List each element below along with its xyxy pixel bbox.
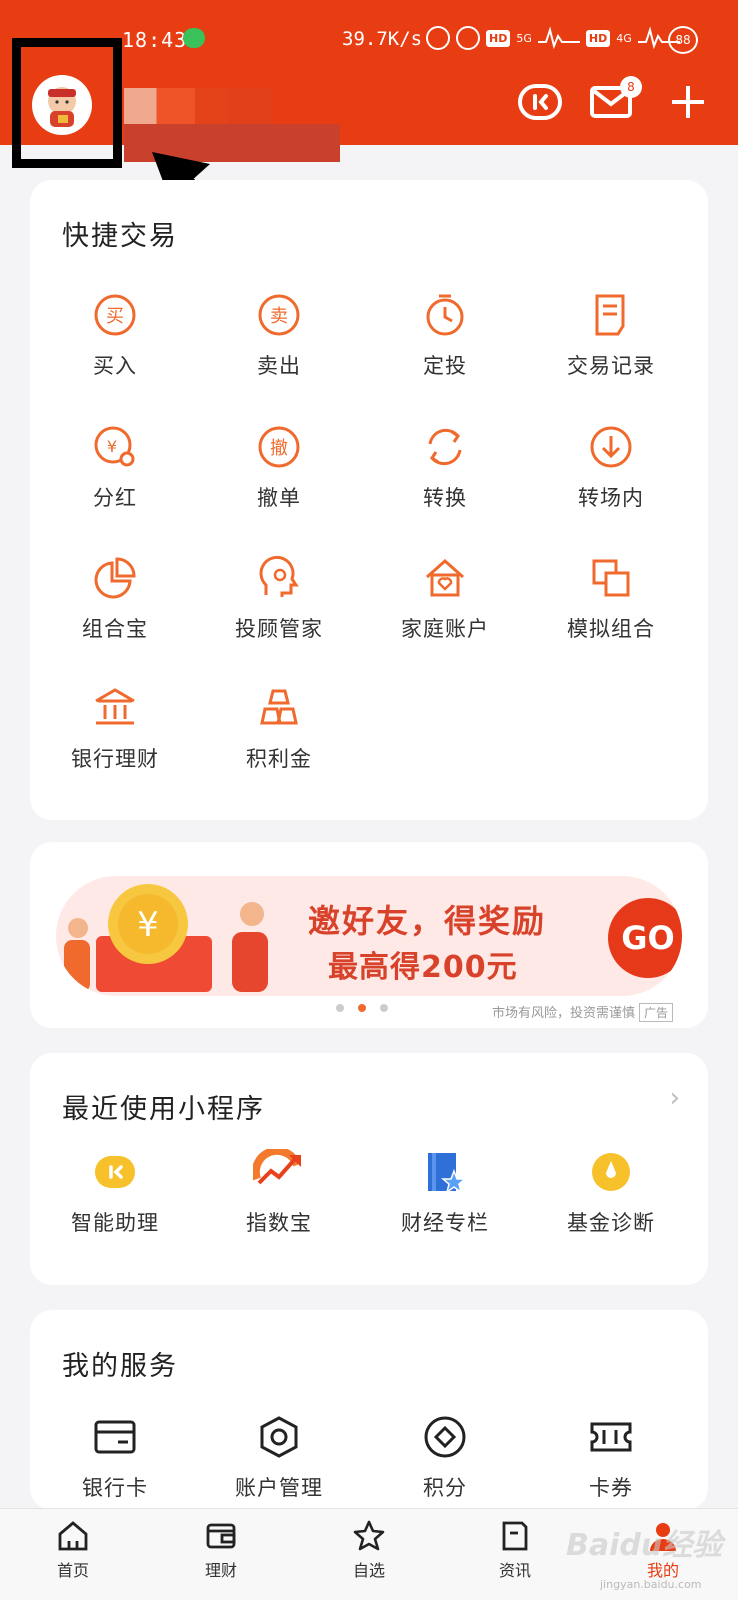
tab-finance[interactable]: 理财 (176, 1519, 266, 1581)
quick-item-convert[interactable]: 转换 (360, 424, 530, 512)
promo-line-1: 邀好友，得奖励 (308, 902, 547, 940)
timer-icon (426, 294, 464, 336)
pie-icon (94, 557, 136, 599)
quick-item-gold[interactable]: 积利金 (194, 685, 364, 773)
quick-trade-card: 快捷交易 买 买入 卖 卖出 定投 交易记录 ¥ 分红 撤 撤单 转换 转场内 … (30, 180, 708, 820)
chat-bubble-icon (518, 84, 562, 120)
quick-item-dividend[interactable]: ¥ 分红 (30, 424, 200, 512)
services-card: 我的服务 银行卡 账户管理 积分 卡券 (30, 1310, 708, 1510)
carousel-dot[interactable] (336, 1004, 344, 1012)
assistant-icon (95, 1156, 135, 1188)
promo-line-2: 最高得200元 (328, 950, 518, 985)
disclaimer-text: 市场有风险，投资需谨慎 (492, 1006, 636, 1021)
coin-symbol: ¥ (137, 905, 159, 945)
svg-text:卖: 卖 (270, 306, 288, 327)
status-icons: HD 5G HD 4G (426, 26, 680, 50)
svg-text:买: 买 (106, 306, 124, 327)
baidu-watermark-url: jingyan.baidu.com (600, 1578, 702, 1591)
message-notification-icon (183, 28, 205, 48)
quick-item-transfer-in[interactable]: 转场内 (526, 424, 696, 512)
cancel-order-icon: 撤 (258, 426, 300, 468)
signal-4g: 4G (616, 31, 632, 45)
index-icon (253, 1149, 301, 1185)
ad-tag: 广告 (639, 1003, 674, 1022)
quick-item-bank[interactable]: 银行理财 (30, 685, 200, 773)
quick-item-cancel-order[interactable]: 撤 撤单 (194, 424, 364, 512)
transfer-in-icon (590, 426, 632, 468)
service-item-account[interactable]: 账户管理 (194, 1414, 364, 1502)
add-button[interactable] (664, 82, 712, 122)
promo-banner[interactable]: ¥ 邀好友，得奖励 最高得200元 GO (56, 876, 682, 996)
record-icon (595, 294, 625, 336)
quick-item-portfolio[interactable]: 组合宝 (30, 555, 200, 643)
svg-text:¥: ¥ (107, 437, 117, 456)
wallet-tab-icon (206, 1523, 236, 1549)
recent-item-index[interactable]: 指数宝 (194, 1149, 364, 1237)
network-speed: 39.7K/s (342, 28, 423, 50)
carousel-dot-active[interactable] (358, 1004, 366, 1012)
quick-item-buy[interactable]: 买 买入 (30, 292, 200, 380)
annotation-highlight-box (12, 38, 122, 168)
alarm-icon (456, 26, 480, 50)
buy-icon: 买 (94, 294, 136, 336)
services-title: 我的服务 (62, 1351, 178, 1382)
quick-item-simulate[interactable]: 模拟组合 (526, 555, 696, 643)
quick-item-record[interactable]: 交易记录 (526, 292, 696, 380)
plus-icon (672, 86, 704, 118)
tab-watchlist[interactable]: 自选 (324, 1519, 414, 1581)
signal-wave-icon (537, 26, 580, 50)
quick-item-timer[interactable]: 定投 (360, 292, 530, 380)
battery-level: 88 (668, 26, 698, 54)
carousel-dots[interactable] (336, 1004, 388, 1012)
go-button[interactable]: GO (608, 898, 682, 978)
assistant-chat-button[interactable] (516, 82, 564, 122)
advisor-icon (259, 555, 299, 597)
carousel-dot[interactable] (380, 1004, 388, 1012)
recent-item-assistant[interactable]: 智能助理 (30, 1149, 200, 1237)
recent-apps-title: 最近使用小程序 (62, 1094, 265, 1125)
news-tab-icon (502, 1521, 528, 1551)
red-envelope-icon: ¥ (64, 884, 268, 992)
promo-card: ¥ 邀好友，得奖励 最高得200元 GO 市场有风险，投资需谨慎 广告 (30, 842, 708, 1028)
quick-item-family[interactable]: 家庭账户 (360, 555, 530, 643)
dividend-icon: ¥ (94, 426, 135, 467)
baidu-watermark: Baidu经验 (566, 1528, 723, 1563)
convert-icon (428, 428, 462, 466)
column-icon (428, 1153, 468, 1194)
account-manage-icon (260, 1416, 298, 1458)
bluetooth-icon (426, 26, 450, 50)
blurred-username (124, 88, 272, 124)
bank-icon (95, 688, 135, 725)
diagnose-icon (592, 1153, 630, 1191)
svg-text:撤: 撤 (270, 438, 288, 459)
mail-badge: 8 (620, 76, 642, 98)
hd-badge: HD (486, 29, 511, 47)
service-item-coupon[interactable]: 卡券 (526, 1414, 696, 1502)
recent-apps-card: 最近使用小程序 › 智能助理 指数宝 财经专栏 基金诊断 (30, 1053, 708, 1285)
signal-5g: 5G (516, 31, 532, 45)
home-tab-icon (58, 1521, 88, 1551)
service-item-bank-card[interactable]: 银行卡 (30, 1414, 200, 1502)
chevron-right-icon[interactable]: › (670, 1083, 680, 1113)
quick-item-sell[interactable]: 卖 卖出 (194, 292, 364, 380)
recent-item-diagnose[interactable]: 基金诊断 (526, 1149, 696, 1237)
recent-item-column[interactable]: 财经专栏 (360, 1149, 530, 1237)
star-tab-icon (353, 1520, 385, 1551)
points-icon (424, 1416, 466, 1458)
coupon-icon (590, 1422, 632, 1452)
status-time: 18:43 (122, 28, 188, 52)
sell-icon: 卖 (258, 294, 300, 336)
service-item-points[interactable]: 积分 (360, 1414, 530, 1502)
bank-card-icon (94, 1420, 136, 1454)
tab-home[interactable]: 首页 (28, 1519, 118, 1581)
risk-disclaimer: 市场有风险，投资需谨慎 广告 (492, 1002, 674, 1022)
simulate-icon (592, 559, 630, 597)
tab-news[interactable]: 资讯 (470, 1519, 560, 1581)
home-icon (426, 558, 464, 597)
gold-icon (260, 689, 298, 725)
hd-badge-2: HD (585, 29, 611, 47)
quick-trade-title: 快捷交易 (62, 221, 178, 252)
quick-item-advisor[interactable]: 投顾管家 (194, 555, 364, 643)
